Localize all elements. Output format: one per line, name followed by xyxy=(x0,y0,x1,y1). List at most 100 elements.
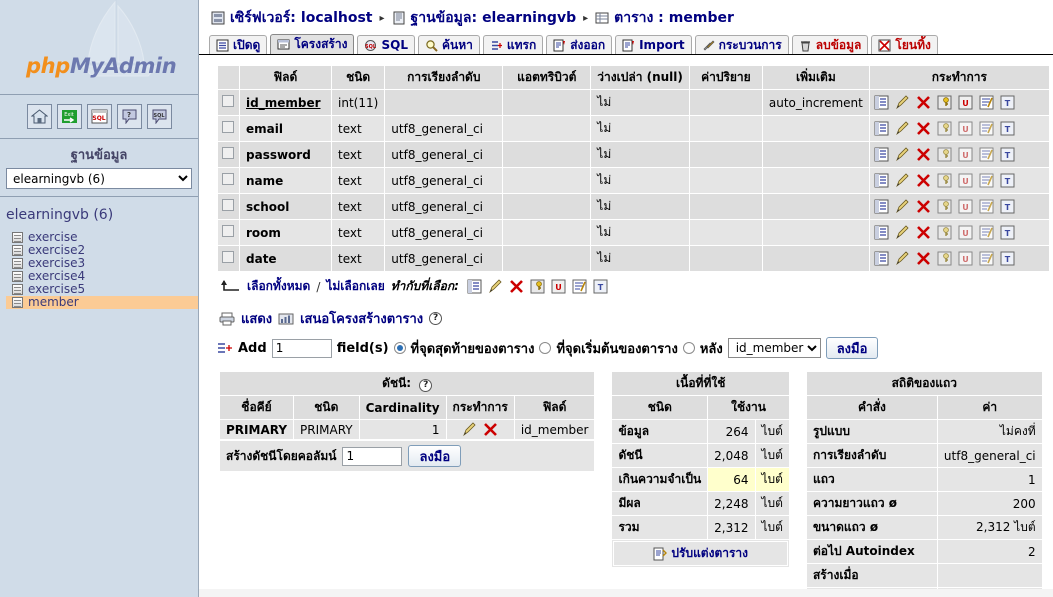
unique-icon[interactable]: U xyxy=(958,147,973,162)
index-icon[interactable] xyxy=(979,95,994,110)
th-null[interactable]: ว่างเปล่า (null) xyxy=(590,65,690,90)
primary-key-icon[interactable] xyxy=(937,225,952,240)
unique-icon[interactable]: U xyxy=(958,225,973,240)
unique-icon[interactable]: U xyxy=(958,251,973,266)
optimize-table-link[interactable]: ปรับแต่งตาราง xyxy=(613,541,788,566)
field-name-link[interactable]: date xyxy=(246,252,277,266)
edit-pencil-icon[interactable] xyxy=(895,251,910,266)
row-checkbox[interactable] xyxy=(222,251,234,263)
row-checkbox[interactable] xyxy=(222,95,234,107)
th-field[interactable]: ฟิลด์ xyxy=(239,65,332,90)
index-icon[interactable] xyxy=(979,199,994,214)
exit-icon[interactable]: Exit xyxy=(56,104,82,129)
edit-pencil-icon[interactable] xyxy=(895,147,910,162)
browse-icon[interactable] xyxy=(874,95,889,110)
drop-x-icon[interactable] xyxy=(916,251,931,266)
index-icon[interactable] xyxy=(979,121,994,136)
field-name-link[interactable]: id_member xyxy=(246,96,321,110)
th-collation[interactable]: การเรียงลำดับ xyxy=(384,65,504,90)
create-index-count-input[interactable] xyxy=(342,446,403,466)
primary-key-icon[interactable] xyxy=(937,199,952,214)
unselect-all-link[interactable]: ไม่เลือกเลย xyxy=(326,277,384,296)
help-icon[interactable]: ? xyxy=(419,379,433,392)
primary-key-icon[interactable] xyxy=(937,121,952,136)
create-index-go-button[interactable]: ลงมือ xyxy=(408,445,462,467)
tab-insert[interactable]: แทรก xyxy=(482,35,544,54)
edit-pencil-icon[interactable] xyxy=(462,422,477,437)
unique-icon[interactable]: U xyxy=(958,199,973,214)
field-name-link[interactable]: email xyxy=(246,122,283,136)
th-extra[interactable]: เพิ่มเติม xyxy=(761,65,870,90)
print-view-link[interactable]: แสดง xyxy=(241,308,272,329)
breadcrumb-server-value[interactable]: localhost xyxy=(301,10,373,26)
breadcrumb-database-value[interactable]: elearningvb xyxy=(482,10,576,26)
unique-icon[interactable]: U xyxy=(958,173,973,188)
index-icon[interactable] xyxy=(979,147,994,162)
browse-icon[interactable] xyxy=(874,251,889,266)
browse-icon[interactable] xyxy=(874,147,889,162)
row-checkbox[interactable] xyxy=(222,225,234,237)
after-field-select[interactable]: id_member xyxy=(727,338,821,358)
th-default[interactable]: ค่าปริยาย xyxy=(688,65,763,90)
select-all-link[interactable]: เลือกทั้งหมด xyxy=(247,277,310,296)
drop-x-icon[interactable] xyxy=(916,147,931,162)
drop-x-icon[interactable] xyxy=(509,279,524,294)
drop-x-icon[interactable] xyxy=(483,422,498,437)
edit-pencil-icon[interactable] xyxy=(488,279,503,294)
fulltext-icon[interactable]: T xyxy=(1000,199,1015,214)
tab-import[interactable]: Import xyxy=(615,35,692,54)
drop-x-icon[interactable] xyxy=(916,173,931,188)
browse-icon[interactable] xyxy=(874,225,889,240)
browse-icon[interactable] xyxy=(874,121,889,136)
index-icon[interactable] xyxy=(979,173,994,188)
edit-pencil-icon[interactable] xyxy=(895,173,910,188)
propose-structure-link[interactable]: เสนอโครงสร้างตาราง xyxy=(300,308,423,329)
tab-search[interactable]: ค้นหา xyxy=(417,35,480,54)
tab-browse[interactable]: เปิดดู xyxy=(209,35,268,54)
index-icon[interactable] xyxy=(979,251,994,266)
radio-beginning-of-table[interactable] xyxy=(539,342,552,354)
radio-end-of-table[interactable] xyxy=(393,342,406,354)
field-name-link[interactable]: school xyxy=(246,200,289,214)
primary-key-icon[interactable] xyxy=(937,173,952,188)
field-name-link[interactable]: password xyxy=(246,148,311,162)
edit-pencil-icon[interactable] xyxy=(895,95,910,110)
drop-x-icon[interactable] xyxy=(916,121,931,136)
tab-drop[interactable]: โยนทิ้ง xyxy=(871,35,938,54)
fulltext-icon[interactable]: T xyxy=(1000,173,1015,188)
tab-sql[interactable]: SQL SQL xyxy=(357,35,415,54)
edit-pencil-icon[interactable] xyxy=(895,199,910,214)
drop-x-icon[interactable] xyxy=(916,199,931,214)
primary-key-icon[interactable] xyxy=(937,251,952,266)
sql-help-icon[interactable]: SQL xyxy=(146,104,172,129)
edit-pencil-icon[interactable] xyxy=(895,121,910,136)
browse-icon[interactable] xyxy=(874,173,889,188)
row-checkbox[interactable] xyxy=(222,173,234,185)
add-field-go-button[interactable]: ลงมือ xyxy=(825,337,879,359)
tab-operations[interactable]: กระบวนการ xyxy=(694,35,789,54)
help-icon[interactable]: ? xyxy=(116,104,142,129)
breadcrumb-table-value[interactable]: member xyxy=(669,10,734,26)
primary-key-icon[interactable] xyxy=(530,279,545,294)
primary-key-icon[interactable] xyxy=(937,147,952,162)
unique-icon[interactable]: U xyxy=(958,95,973,110)
th-attributes[interactable]: แอตทริบิวต์ xyxy=(502,65,592,90)
th-type[interactable]: ชนิด xyxy=(330,65,386,90)
row-checkbox[interactable] xyxy=(222,147,234,159)
sidebar-item-member[interactable]: member xyxy=(6,296,198,309)
unique-icon[interactable]: U xyxy=(958,121,973,136)
tab-export[interactable]: ส่งออก xyxy=(546,35,613,54)
tab-structure[interactable]: โครงสร้าง xyxy=(270,34,355,54)
edit-pencil-icon[interactable] xyxy=(895,225,910,240)
index-icon[interactable] xyxy=(979,225,994,240)
unique-icon[interactable]: U xyxy=(551,279,566,294)
browse-icon[interactable] xyxy=(467,279,482,294)
help-icon[interactable]: ? xyxy=(429,312,443,325)
fulltext-icon[interactable]: T xyxy=(1000,225,1015,240)
primary-key-icon[interactable] xyxy=(937,95,952,110)
field-name-link[interactable]: room xyxy=(246,226,281,240)
database-select[interactable]: elearningvb (6) xyxy=(6,168,192,189)
fulltext-icon[interactable]: T xyxy=(1000,251,1015,266)
row-checkbox[interactable] xyxy=(222,199,234,211)
drop-x-icon[interactable] xyxy=(916,225,931,240)
